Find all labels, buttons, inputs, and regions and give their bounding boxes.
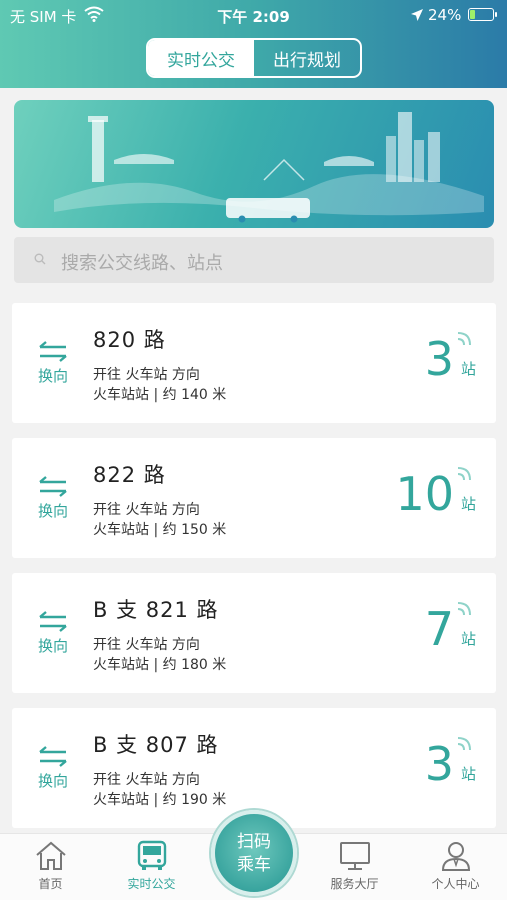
swap-direction-button[interactable]: 换向 <box>36 474 70 521</box>
swap-arrows-icon <box>39 611 67 632</box>
route-direction: 开往 火车站 方向 <box>93 637 200 653</box>
search-input[interactable]: 搜索公交线路、站点 <box>14 237 494 283</box>
scan-to-ride-button[interactable]: 扫码 乘车 <box>211 810 297 896</box>
battery-percent: 24% <box>428 6 462 24</box>
swap-direction-button[interactable]: 换向 <box>36 744 70 791</box>
scan-label-line1: 扫码 <box>237 832 271 852</box>
monitor-icon <box>339 842 370 870</box>
city-skyline-illustration <box>54 112 484 223</box>
swap-arrows-icon <box>39 476 67 497</box>
stops-away-count: 10 <box>395 467 454 521</box>
route-card[interactable]: 换向 820 路 开往 火车站 方向 火车站站 | 约 140 米 3 站 <box>12 303 496 423</box>
tab-planning[interactable]: 出行规划 <box>254 40 360 76</box>
route-name: B 支 821 路 <box>93 598 219 622</box>
swap-direction-button[interactable]: 换向 <box>36 339 70 386</box>
swap-label: 换向 <box>37 772 68 790</box>
battery-level-fill <box>470 10 475 19</box>
route-card[interactable]: 换向 B 支 821 路 开往 火车站 方向 火车站站 | 约 180 米 7 … <box>12 573 496 693</box>
route-stop-distance: 火车站站 | 约 150 米 <box>93 522 227 538</box>
nav-profile-label: 个人中心 <box>431 877 480 891</box>
realtime-signal-icon <box>457 467 471 481</box>
realtime-signal-icon <box>457 737 471 751</box>
search-placeholder: 搜索公交线路、站点 <box>61 253 223 274</box>
nav-home-label: 首页 <box>38 877 63 891</box>
battery-icon <box>468 8 497 21</box>
route-name: B 支 807 路 <box>93 733 219 757</box>
nav-service[interactable]: 服务大厅 <box>304 840 405 892</box>
swap-arrows-icon <box>39 746 67 767</box>
swap-label: 换向 <box>37 367 68 385</box>
nav-realtime-label: 实时公交 <box>127 877 176 891</box>
mode-switch: 实时公交 出行规划 <box>146 38 362 78</box>
status-bar: 无 SIM 卡 下午 2:09 24% <box>0 0 507 30</box>
user-icon <box>441 842 470 871</box>
bus-icon <box>137 840 166 870</box>
swap-label: 换向 <box>37 502 68 520</box>
nav-service-label: 服务大厅 <box>330 877 379 891</box>
realtime-signal-icon <box>457 332 471 346</box>
swap-arrows-icon <box>39 341 67 362</box>
stops-unit: 站 <box>460 765 476 783</box>
scan-label-line2: 乘车 <box>237 855 271 875</box>
stops-unit: 站 <box>460 360 476 378</box>
swap-label: 换向 <box>37 637 68 655</box>
city-banner[interactable] <box>14 100 494 228</box>
header: 无 SIM 卡 下午 2:09 24% 实时公交 出行规划 <box>0 0 507 88</box>
home-icon <box>35 841 66 870</box>
tab-realtime[interactable]: 实时公交 <box>148 40 254 76</box>
stops-away-count: 3 <box>424 737 454 791</box>
stops-away-count: 3 <box>424 332 454 386</box>
nav-realtime[interactable]: 实时公交 <box>101 840 202 892</box>
swap-direction-button[interactable]: 换向 <box>36 609 70 656</box>
nav-home[interactable]: 首页 <box>0 840 101 892</box>
route-name: 820 路 <box>93 328 166 352</box>
route-card[interactable]: 换向 822 路 开往 火车站 方向 火车站站 | 约 150 米 10 站 <box>12 438 496 558</box>
search-icon <box>34 253 46 265</box>
realtime-signal-icon <box>457 602 471 616</box>
route-stop-distance: 火车站站 | 约 180 米 <box>93 657 227 673</box>
nav-profile[interactable]: 个人中心 <box>405 840 506 892</box>
location-arrow-icon <box>411 9 423 21</box>
route-direction: 开往 火车站 方向 <box>93 502 200 518</box>
route-stop-distance: 火车站站 | 约 190 米 <box>93 792 227 808</box>
route-stop-distance: 火车站站 | 约 140 米 <box>93 387 227 403</box>
route-name: 822 路 <box>93 463 166 487</box>
stops-away-count: 7 <box>424 602 454 656</box>
stops-unit: 站 <box>460 630 476 648</box>
route-direction: 开往 火车站 方向 <box>93 772 200 788</box>
route-direction: 开往 火车站 方向 <box>93 367 200 383</box>
stops-unit: 站 <box>460 495 476 513</box>
